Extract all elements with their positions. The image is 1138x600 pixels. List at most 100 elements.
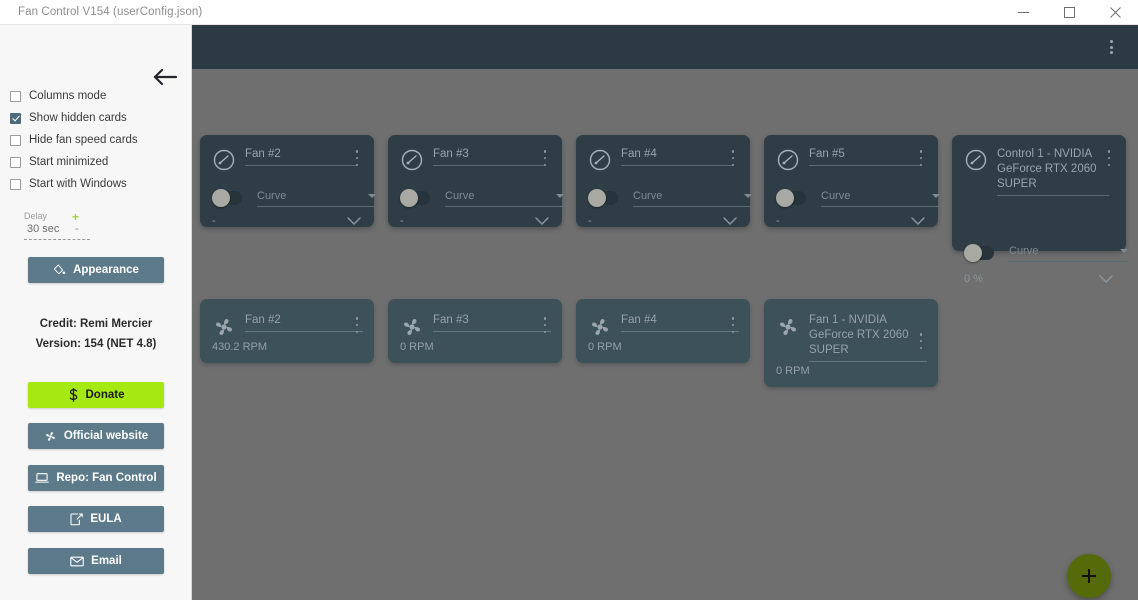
minimize-button[interactable] bbox=[1000, 0, 1046, 25]
speed-card-name[interactable]: Fan #4 bbox=[621, 313, 739, 332]
control-card-toggle[interactable] bbox=[776, 189, 806, 207]
window-controls bbox=[1000, 0, 1138, 25]
checkbox-row-show-hidden-cards[interactable]: Show hidden cards bbox=[10, 107, 185, 129]
expand-chevron-icon[interactable] bbox=[910, 213, 926, 226]
email-button-label: Email bbox=[91, 555, 122, 567]
checkbox-start-with-windows[interactable] bbox=[10, 178, 21, 190]
speedometer-icon bbox=[212, 148, 236, 172]
donate-button[interactable]: Donate bbox=[28, 382, 164, 408]
title-bar: Fan Control V154 (userConfig.json) bbox=[0, 0, 1138, 25]
maximize-button[interactable] bbox=[1046, 0, 1092, 25]
checkbox-start-minimized[interactable] bbox=[10, 156, 21, 168]
official-website-button-label: Official website bbox=[63, 430, 149, 442]
speedometer-icon bbox=[400, 148, 424, 172]
speed-card-menu-icon[interactable] bbox=[350, 317, 364, 333]
chevron-down-icon bbox=[368, 194, 376, 198]
delay-label: Delay bbox=[24, 211, 48, 221]
expand-chevron-icon[interactable] bbox=[1098, 271, 1114, 284]
control-card-toggle[interactable] bbox=[588, 189, 618, 207]
eula-button[interactable]: EULA bbox=[28, 506, 164, 532]
official-website-button[interactable]: Official website bbox=[28, 423, 164, 449]
dollar-icon bbox=[69, 388, 77, 402]
delay-decrease-button[interactable]: - bbox=[75, 223, 79, 235]
checkbox-label: Start with Windows bbox=[29, 178, 127, 190]
checkbox-show-hidden-cards[interactable] bbox=[10, 112, 21, 124]
control-card-value: - bbox=[212, 215, 216, 227]
close-button[interactable] bbox=[1092, 0, 1138, 25]
checkbox-hide-fan-speed-cards[interactable] bbox=[10, 134, 21, 146]
control-card-name[interactable]: Fan #5 bbox=[809, 147, 921, 166]
control-card-menu-icon[interactable] bbox=[726, 150, 740, 166]
control-card-name[interactable]: Fan #2 bbox=[245, 147, 357, 166]
control-card-value: 0 % bbox=[964, 273, 983, 285]
chevron-down-icon bbox=[744, 194, 752, 198]
add-card-button[interactable] bbox=[1067, 554, 1111, 598]
checkbox-row-hide-fan-speed-cards[interactable]: Hide fan speed cards bbox=[10, 129, 185, 151]
speed-card-menu-icon[interactable] bbox=[726, 317, 740, 333]
expand-chevron-icon[interactable] bbox=[346, 213, 362, 226]
checkbox-row-start-minimized[interactable]: Start minimized bbox=[10, 151, 185, 173]
curve-label: Curve bbox=[821, 190, 851, 202]
control-card-curve-select[interactable]: Curve bbox=[257, 189, 377, 207]
checkbox-columns-mode[interactable] bbox=[10, 90, 21, 102]
expand-chevron-icon[interactable] bbox=[534, 213, 550, 226]
speed-card-menu-icon[interactable] bbox=[538, 317, 552, 333]
control-card[interactable]: Fan #4 Curve - bbox=[576, 135, 753, 227]
control-card-name[interactable]: Fan #3 bbox=[433, 147, 545, 166]
settings-checkbox-list: Columns mode Show hidden cards Hide fan … bbox=[10, 85, 185, 195]
control-card-toggle[interactable] bbox=[212, 189, 242, 207]
control-card-name[interactable]: Fan #4 bbox=[621, 147, 733, 166]
speed-card[interactable]: Fan 1 - NVIDIA GeForce RTX 2060 SUPER 0 … bbox=[764, 299, 938, 387]
email-button[interactable]: Email bbox=[28, 548, 164, 574]
speed-card-name[interactable]: Fan #3 bbox=[433, 313, 551, 332]
control-card[interactable]: Fan #2 Curve - bbox=[200, 135, 377, 227]
document-icon bbox=[70, 512, 84, 525]
speed-card-menu-icon[interactable] bbox=[914, 333, 928, 349]
control-card[interactable]: Control 1 - NVIDIA GeForce RTX 2060 SUPE… bbox=[952, 135, 1129, 285]
control-card-name[interactable]: Control 1 - NVIDIA GeForce RTX 2060 SUPE… bbox=[997, 147, 1109, 196]
delay-increase-button[interactable]: + bbox=[72, 210, 79, 224]
control-card-menu-icon[interactable] bbox=[914, 150, 928, 166]
speed-card[interactable]: Fan #3 0 RPM bbox=[388, 299, 562, 363]
delay-underline bbox=[24, 239, 90, 240]
checkbox-row-columns-mode[interactable]: Columns mode bbox=[10, 85, 185, 107]
checkbox-row-start-with-windows[interactable]: Start with Windows bbox=[10, 173, 185, 195]
control-card-curve-select[interactable]: Curve bbox=[633, 189, 753, 207]
control-card[interactable]: Fan #5 Curve - bbox=[764, 135, 941, 227]
curve-label: Curve bbox=[633, 190, 663, 202]
control-card-curve-select[interactable]: Curve bbox=[821, 189, 941, 207]
control-card[interactable]: Fan #3 Curve - bbox=[388, 135, 565, 227]
control-card-curve-select[interactable]: Curve bbox=[445, 189, 565, 207]
checkbox-label: Show hidden cards bbox=[29, 112, 127, 124]
laptop-icon bbox=[35, 473, 50, 483]
curve-label: Curve bbox=[1009, 245, 1039, 257]
speed-card[interactable]: Fan #4 0 RPM bbox=[576, 299, 750, 363]
expand-chevron-icon[interactable] bbox=[722, 213, 738, 226]
appearance-button[interactable]: Appearance bbox=[28, 257, 164, 283]
chevron-down-icon bbox=[1120, 249, 1128, 253]
delay-value[interactable]: 30 sec bbox=[27, 223, 59, 235]
speedometer-icon bbox=[588, 148, 612, 172]
control-card-curve-select[interactable]: Curve bbox=[1009, 244, 1129, 262]
speed-card-name[interactable]: Fan #2 bbox=[245, 313, 363, 332]
kebab-menu-icon[interactable] bbox=[1102, 38, 1120, 56]
control-card-menu-icon[interactable] bbox=[350, 150, 364, 166]
control-card-menu-icon[interactable] bbox=[1102, 150, 1116, 166]
version-text: Version: 154 (NET 4.8) bbox=[35, 338, 157, 350]
fan-blade-icon bbox=[400, 315, 424, 339]
speedometer-icon bbox=[964, 148, 988, 172]
fan-blade-icon bbox=[588, 315, 612, 339]
startup-delay-control: Delay + 30 sec - bbox=[24, 210, 114, 241]
fan-blade-icon bbox=[776, 315, 800, 339]
paint-bucket-icon bbox=[54, 263, 66, 274]
control-card-value: - bbox=[588, 215, 592, 227]
speed-card-name[interactable]: Fan 1 - NVIDIA GeForce RTX 2060 SUPER bbox=[809, 313, 927, 362]
credit-text: Credit: Remi Mercier bbox=[39, 318, 153, 330]
control-card-toggle[interactable] bbox=[400, 189, 430, 207]
control-card-menu-icon[interactable] bbox=[538, 150, 552, 166]
speed-card[interactable]: Fan #2 430.2 RPM bbox=[200, 299, 374, 363]
control-card-toggle[interactable] bbox=[964, 244, 994, 262]
repo-button[interactable]: Repo: Fan Control bbox=[28, 465, 164, 491]
checkbox-label: Columns mode bbox=[29, 90, 107, 102]
speed-card-rpm: 0 RPM bbox=[588, 341, 622, 353]
